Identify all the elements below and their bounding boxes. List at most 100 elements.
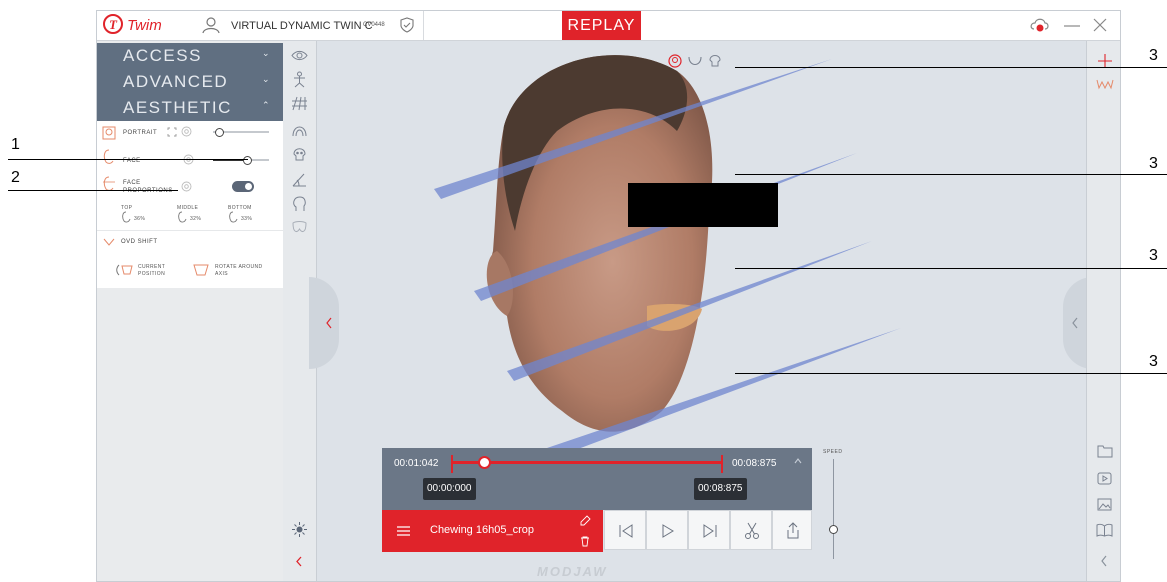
callout-line-3d: [735, 373, 1167, 374]
callout-number-1: 1: [11, 136, 20, 153]
visibility-icon[interactable]: [181, 126, 192, 137]
callout-number-3a: 3: [1149, 47, 1158, 64]
previous-frame-button[interactable]: [604, 510, 646, 550]
mesh-grid-icon[interactable]: [291, 95, 308, 112]
video-icon[interactable]: [1097, 472, 1112, 485]
playback-panel: 00:01:042 00:08:875 00:00:000 00:08:875 …: [382, 448, 812, 552]
folder-icon[interactable]: [1097, 444, 1113, 458]
callout-line-3a: [735, 67, 1167, 68]
modjaw-watermark: MODJAW: [537, 564, 608, 579]
current-time: 00:01:042: [394, 458, 439, 469]
callout-number-2: 2: [11, 169, 20, 186]
brightness-icon[interactable]: [291, 521, 308, 538]
replay-mode-label: REPLAY: [562, 11, 641, 40]
teeth-icon[interactable]: [291, 219, 308, 236]
face-icon: [103, 149, 114, 164]
export-button[interactable]: [772, 510, 812, 550]
book-icon[interactable]: [1096, 523, 1113, 537]
section-aesthetic[interactable]: AESTHETIC ⌃: [97, 95, 283, 121]
skeleton-icon[interactable]: [291, 71, 308, 88]
trim-end-handle[interactable]: [721, 455, 723, 473]
speed-track[interactable]: [833, 459, 834, 559]
shield-check-icon[interactable]: [399, 17, 415, 33]
app-window: T Twim VIRTUAL DYNAMIC TWIN C CV0448 REP…: [96, 10, 1121, 582]
portrait-label: PORTRAIT: [123, 130, 158, 136]
device-name: VIRTUAL DYNAMIC TWIN C: [231, 20, 373, 32]
menu-button[interactable]: [382, 510, 425, 552]
view-jaw-icon[interactable]: [687, 53, 703, 69]
play-button[interactable]: [646, 510, 688, 550]
chevron-down-icon: ⌄: [261, 48, 271, 58]
rotate-around-axis-label-line1: ROTATE AROUND: [215, 264, 263, 270]
chevron-down-icon: ⌄: [261, 74, 271, 84]
rotate-around-axis-label: ROTATE AROUND AXIS: [215, 264, 263, 278]
view-face-icon[interactable]: [667, 53, 683, 69]
hamburger-icon: [397, 526, 410, 536]
playback-controls: Chewing 16h05_crop: [382, 510, 812, 552]
portrait-slider-knob[interactable]: [214, 128, 224, 137]
callout-line-1: [8, 159, 248, 160]
title-bar: T Twim VIRTUAL DYNAMIC TWIN C CV0448 REP…: [97, 11, 1120, 41]
jaw-trace-icon[interactable]: [1096, 76, 1114, 90]
trim-start-handle[interactable]: [451, 455, 453, 473]
chevron-up-icon: ⌃: [261, 100, 271, 110]
skull-icon[interactable]: [291, 145, 308, 162]
callout-line-3b: [735, 174, 1167, 175]
face-slider-knob[interactable]: [242, 156, 252, 165]
face-redaction-box: [628, 183, 778, 227]
timeline[interactable]: 00:01:042 00:08:875 00:00:000 00:08:875: [382, 448, 812, 510]
step-forward-icon: [703, 524, 717, 538]
speed-control[interactable]: SPEED: [823, 449, 845, 561]
next-frame-button[interactable]: [688, 510, 730, 550]
edit-icon[interactable]: [580, 515, 591, 526]
title-separator: [423, 11, 424, 40]
chevron-up-icon[interactable]: [793, 456, 803, 466]
view-skull-icon[interactable]: [707, 52, 723, 68]
record-cloud-icon[interactable]: [1030, 16, 1050, 34]
head-profile-icon[interactable]: [291, 195, 308, 212]
scissors-icon: [745, 522, 759, 539]
arch-icon[interactable]: [291, 121, 308, 138]
fullscreen-icon[interactable]: [167, 127, 177, 137]
step-back-icon: [619, 524, 633, 538]
current-position-label-line1: CURRENT: [138, 264, 166, 270]
cut-button[interactable]: [730, 510, 772, 550]
callout-number-3b: 3: [1149, 155, 1158, 172]
section-advanced[interactable]: ADVANCED ⌄: [97, 69, 283, 95]
app-logo-text: Twim: [127, 17, 162, 34]
clip-selector[interactable]: Chewing 16h05_crop: [425, 510, 603, 552]
angle-measure-icon[interactable]: [291, 171, 308, 188]
face-proportions-toggle[interactable]: [232, 181, 254, 192]
trim-start-time: 00:00:000: [423, 478, 476, 500]
portrait-slider[interactable]: [213, 128, 269, 137]
visibility-icon[interactable]: [181, 181, 192, 192]
rotate-around-axis-icon[interactable]: [192, 262, 210, 278]
section-access[interactable]: ACCESS ⌄: [97, 43, 283, 69]
face-proportions-label-line1: FACE: [123, 180, 141, 186]
collapse-left-icon[interactable]: [291, 553, 308, 570]
current-position-label-line2: POSITION: [138, 271, 166, 277]
speed-knob[interactable]: [829, 525, 838, 534]
chevron-left-icon[interactable]: [1100, 555, 1108, 567]
callout-number-3d: 3: [1149, 353, 1158, 370]
trash-icon[interactable]: [580, 536, 590, 547]
callout-number-3c: 3: [1149, 247, 1158, 264]
playhead[interactable]: [478, 456, 492, 469]
right-toolbar: [1086, 41, 1120, 581]
minimize-icon[interactable]: [1063, 16, 1081, 34]
current-position-icon[interactable]: [115, 262, 135, 278]
callout-line-2: [8, 190, 178, 191]
speed-label: SPEED: [823, 449, 843, 455]
face-proportions-label-line2: PROPORTIONS: [123, 188, 173, 194]
close-icon[interactable]: [1092, 16, 1108, 34]
play-icon: [662, 524, 674, 538]
panel-divider: [97, 230, 283, 231]
chevron-left-icon: [1072, 317, 1078, 329]
section-access-label: ACCESS: [123, 46, 202, 65]
eye-icon[interactable]: [291, 47, 308, 64]
image-icon[interactable]: [1097, 498, 1112, 511]
user-icon[interactable]: [202, 16, 220, 34]
app-logo-icon: T: [103, 14, 123, 34]
face-proportions-label: FACE PROPORTIONS: [123, 179, 173, 195]
timeline-track[interactable]: [452, 461, 722, 464]
